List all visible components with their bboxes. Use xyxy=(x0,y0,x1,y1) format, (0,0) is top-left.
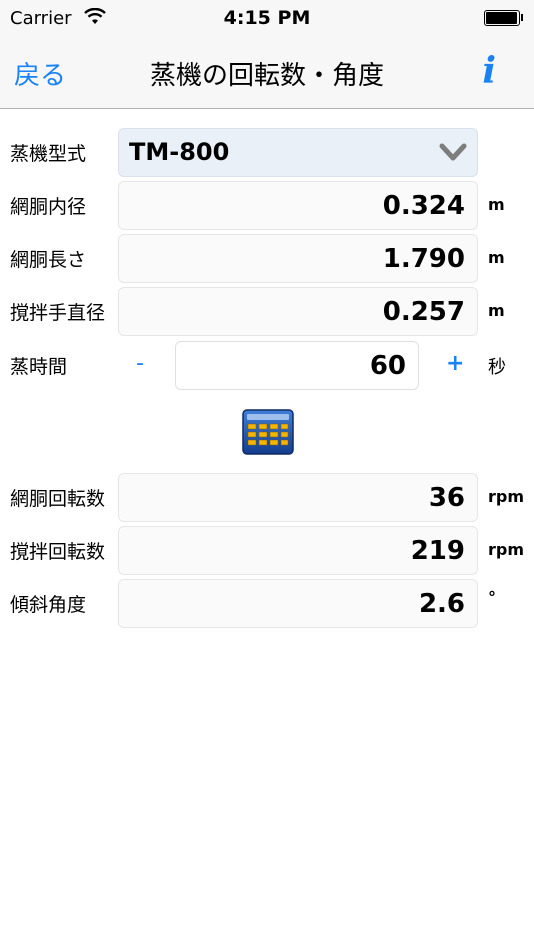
drum-length-value: 1.790 xyxy=(382,244,465,274)
agitator-rpm-unit: rpm xyxy=(488,540,525,559)
status-bar: Carrier 4:15 PM xyxy=(0,0,534,38)
drum-diameter-value: 0.324 xyxy=(382,191,465,221)
drum-rpm-label: 網胴回転数 xyxy=(10,488,106,510)
calculator-icon[interactable] xyxy=(242,409,294,455)
model-value: TM-800 xyxy=(129,138,230,166)
increment-button[interactable]: + xyxy=(446,351,464,376)
steam-time-label: 蒸時間 xyxy=(10,356,68,378)
agitator-diameter-value: 0.257 xyxy=(382,297,465,327)
agitator-rpm-value: 219 xyxy=(410,536,465,566)
drum-length-unit: m xyxy=(488,248,505,267)
agitator-diameter-field[interactable]: 0.257 xyxy=(118,287,478,336)
steam-time-value: 60 xyxy=(369,351,406,381)
tilt-angle-field: 2.6 xyxy=(118,579,478,628)
drum-rpm-field: 36 xyxy=(118,473,478,522)
drum-length-field[interactable]: 1.790 xyxy=(118,234,478,283)
info-button[interactable]: i xyxy=(482,50,496,92)
navigation-bar: 戻る 蒸機の回転数・角度 i xyxy=(0,38,534,109)
drum-diameter-field[interactable]: 0.324 xyxy=(118,181,478,230)
tilt-angle-value: 2.6 xyxy=(418,589,465,619)
drum-diameter-label: 網胴内径 xyxy=(10,196,87,218)
tilt-angle-label: 傾斜角度 xyxy=(10,594,87,616)
model-label: 蒸機型式 xyxy=(10,143,87,165)
agitator-diameter-unit: m xyxy=(488,301,505,320)
status-time: 4:15 PM xyxy=(223,7,311,29)
steam-time-field[interactable]: 60 xyxy=(175,341,419,390)
drum-diameter-unit: m xyxy=(488,195,505,214)
model-select[interactable]: TM-800 xyxy=(118,128,478,177)
decrement-button[interactable]: - xyxy=(136,351,144,376)
battery-icon xyxy=(484,10,523,26)
page-title: 蒸機の回転数・角度 xyxy=(149,61,384,91)
agitator-rpm-label: 撹拌回転数 xyxy=(10,541,106,563)
agitator-diameter-label: 撹拌手直径 xyxy=(10,302,106,324)
steam-time-unit: 秒 xyxy=(488,357,506,378)
chevron-down-icon xyxy=(439,141,467,167)
drum-rpm-unit: rpm xyxy=(488,487,525,506)
drum-length-label: 網胴長さ xyxy=(10,249,87,271)
drum-rpm-value: 36 xyxy=(428,483,465,513)
tilt-angle-unit: ° xyxy=(488,588,496,607)
agitator-rpm-field: 219 xyxy=(118,526,478,575)
